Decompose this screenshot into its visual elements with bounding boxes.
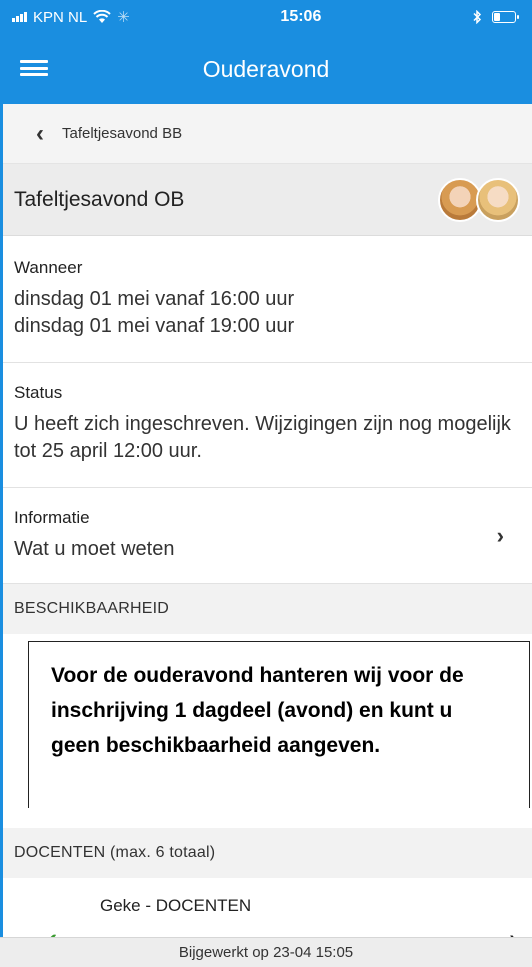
avatar — [476, 177, 520, 222]
status-right — [472, 10, 519, 24]
breadcrumb[interactable]: ‹ Tafeltjesavond BB — [0, 104, 532, 164]
when-label: Wanneer — [14, 258, 83, 277]
teachers-header: DOCENTEN (max. 6 totaal) — [0, 828, 532, 878]
event-header: Tafeltjesavond OB — [0, 164, 532, 236]
chevron-left-icon[interactable]: ‹ — [36, 121, 44, 146]
info-content: Informatie Wat u moet weten — [14, 508, 174, 563]
chevron-right-icon[interactable]: › — [497, 523, 504, 549]
spacer — [0, 808, 532, 828]
info-label: Informatie — [14, 508, 90, 527]
info-value: Wat u moet weten — [14, 538, 175, 560]
signal-icon — [12, 12, 27, 22]
status-section: Status U heeft zich ingeschreven. Wijzig… — [0, 363, 532, 488]
screen-edge — [0, 104, 3, 967]
event-title: Tafeltjesavond OB — [14, 187, 185, 211]
status-label: Status — [14, 383, 63, 402]
availability-notice: Voor de ouderavond hanteren wij voor de … — [28, 641, 530, 811]
footer-updated: Bijgewerkt op 23-04 15:05 — [0, 937, 532, 967]
navbar: Ouderavond — [0, 34, 532, 104]
availability-notice-wrap: Voor de ouderavond hanteren wij voor de … — [0, 634, 532, 811]
page-title: Ouderavond — [202, 55, 330, 82]
status-text: U heeft zich ingeschreven. Wijzigingen z… — [14, 413, 511, 462]
hamburger-menu-icon[interactable] — [20, 56, 48, 80]
wifi-icon — [93, 10, 111, 23]
avatar-group — [438, 177, 520, 222]
when-line: dinsdag 01 mei vanaf 16:00 uur — [14, 288, 295, 310]
status-time: 15:06 — [280, 8, 322, 25]
info-row[interactable]: Informatie Wat u moet weten › — [14, 508, 518, 563]
info-section[interactable]: Informatie Wat u moet weten › — [0, 488, 532, 584]
when-section: Wanneer dinsdag 01 mei vanaf 16:00 uur d… — [0, 236, 532, 363]
battery-icon — [492, 11, 519, 23]
teacher-name[interactable]: Geke - DOCENTEN — [100, 896, 251, 916]
breadcrumb-label[interactable]: Tafeltjesavond BB — [62, 125, 182, 142]
loading-icon: ✳ — [117, 9, 130, 26]
status-left: KPN NL ✳ — [12, 8, 130, 26]
status-bar: KPN NL ✳ 15:06 — [0, 0, 532, 34]
bluetooth-icon — [473, 10, 482, 24]
when-line: dinsdag 01 mei vanaf 19:00 uur — [14, 315, 295, 337]
app-header: KPN NL ✳ 15:06 Ouderavond — [0, 0, 532, 104]
availability-header: BESCHIKBAARHEID — [0, 584, 532, 634]
carrier-label: KPN NL — [33, 8, 88, 26]
